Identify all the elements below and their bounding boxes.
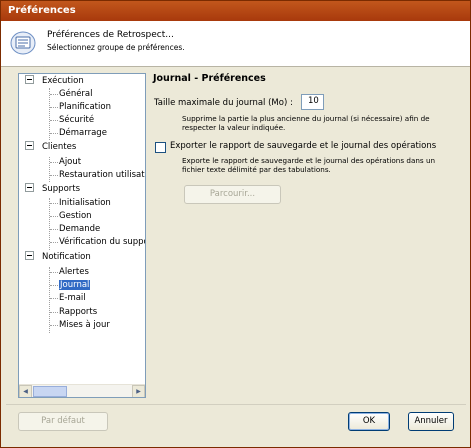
tree-horizontal-scrollbar[interactable]: ◀ ▶ [19, 384, 145, 397]
tree-group-label: Clientes [42, 142, 77, 152]
export-checkbox[interactable] [155, 142, 166, 153]
window-title: Préférences [1, 1, 470, 21]
tree-item-general[interactable]: Général [59, 88, 93, 101]
preferences-card-icon [10, 31, 36, 55]
max-size-description: Supprime la partie la plus ancienne du j… [182, 114, 430, 132]
header-title: Préférences de Retrospect... [47, 30, 174, 40]
max-size-input[interactable]: 10 [301, 94, 324, 110]
tree-item-restauration-utilisateur[interactable]: Restauration utilisateur [59, 169, 145, 182]
export-description: Exporte le rapport de sauvegarde et le j… [182, 156, 436, 174]
max-size-label: Taille maximale du journal (Mo) : [154, 98, 293, 108]
tree-group-notification[interactable]: Notification [25, 251, 91, 264]
tree-item-securite[interactable]: Sécurité [59, 114, 94, 127]
tree-group-label: Supports [42, 184, 81, 194]
tree-item-demarrage[interactable]: Démarrage [59, 127, 107, 140]
header-subtitle: Sélectionnez groupe de préférences. [47, 43, 185, 52]
tree-item-rapports[interactable]: Rapports [59, 306, 97, 319]
collapse-toggle-icon[interactable] [25, 141, 34, 150]
cancel-button[interactable]: Annuler [408, 412, 454, 431]
tree-group-label: Notification [42, 252, 91, 262]
scroll-right-icon[interactable]: ▶ [132, 385, 145, 397]
preferences-window: Préférences Préférences de Retrospect...… [0, 0, 471, 448]
tree-group-label: Exécution [42, 76, 84, 86]
scroll-thumb[interactable] [33, 386, 67, 397]
tree-item-verification-support[interactable]: Vérification du support [59, 236, 145, 249]
tree-group-supports[interactable]: Supports [25, 183, 80, 196]
ok-button[interactable]: OK [348, 412, 390, 431]
default-button[interactable]: Par défaut [18, 412, 108, 431]
panel-title: Journal - Préférences [153, 73, 266, 84]
preferences-tree[interactable]: Exécution Général Planification Sécurité… [18, 73, 146, 398]
tree-item-demande[interactable]: Demande [59, 223, 100, 236]
tree-item-initialisation[interactable]: Initialisation [59, 197, 111, 210]
collapse-toggle-icon[interactable] [25, 75, 34, 84]
dialog-header: Préférences de Retrospect... Sélectionne… [1, 21, 470, 67]
tree-item-gestion[interactable]: Gestion [59, 210, 92, 223]
tree-group-clientes[interactable]: Clientes [25, 141, 76, 154]
tree-group-execution[interactable]: Exécution [25, 75, 84, 88]
tree-item-alertes[interactable]: Alertes [59, 266, 89, 279]
collapse-toggle-icon[interactable] [25, 251, 34, 260]
browse-button[interactable]: Parcourir... [184, 185, 281, 204]
footer-separator [6, 404, 466, 405]
collapse-toggle-icon[interactable] [25, 183, 34, 192]
tree-item-journal[interactable]: Journal [59, 279, 91, 292]
tree-item-planification[interactable]: Planification [59, 101, 111, 114]
tree-item-email[interactable]: E-mail [59, 292, 86, 305]
export-checkbox-label[interactable]: Exporter le rapport de sauvegarde et le … [170, 141, 436, 151]
tree-item-ajout[interactable]: Ajout [59, 156, 81, 169]
scroll-left-icon[interactable]: ◀ [19, 385, 32, 397]
tree-item-mises-a-jour[interactable]: Mises à jour [59, 319, 110, 332]
